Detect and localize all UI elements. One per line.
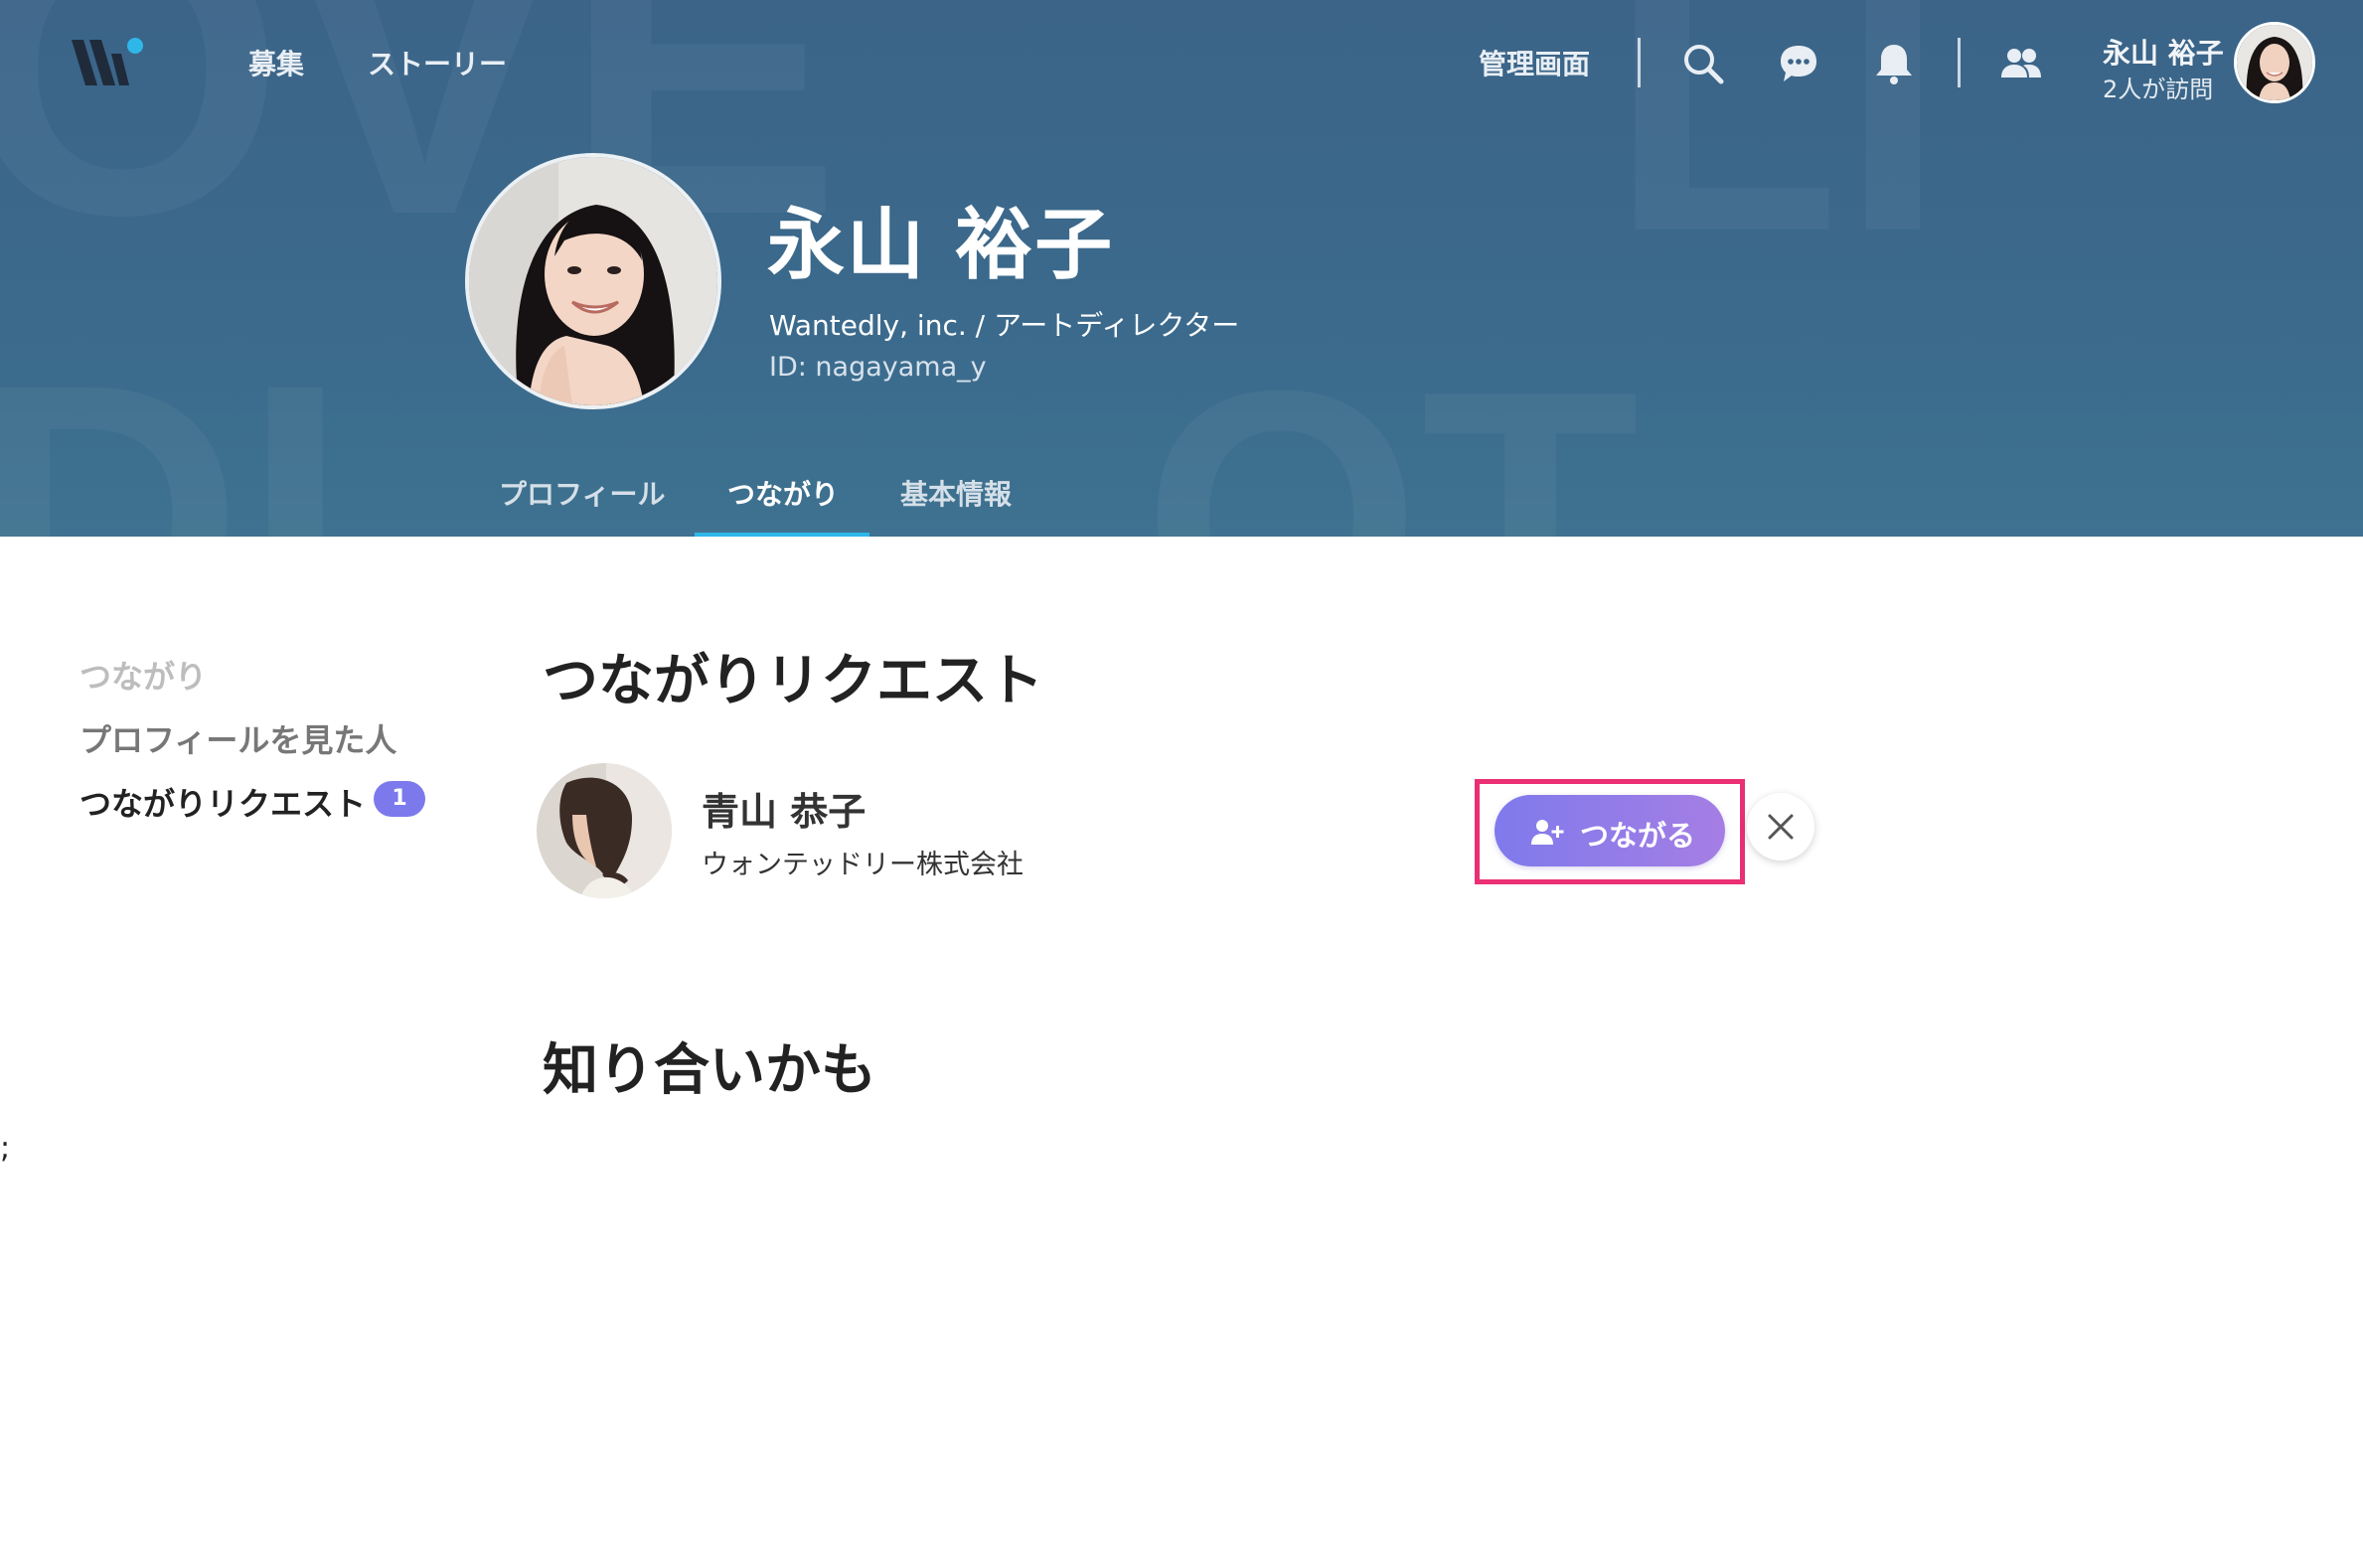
bell-icon[interactable] bbox=[1870, 40, 1918, 87]
sidebar-item-connections[interactable]: つながり bbox=[79, 652, 207, 698]
connect-button[interactable]: つながる bbox=[1495, 795, 1725, 866]
header-divider bbox=[1638, 38, 1641, 87]
close-icon bbox=[1768, 814, 1794, 840]
header-divider bbox=[1958, 38, 1961, 87]
nav-recruit[interactable]: 募集 bbox=[248, 43, 304, 82]
requests-section-title: つながりリクエスト bbox=[543, 649, 1043, 713]
stray-semicolon: ; bbox=[0, 1131, 11, 1166]
request-user-company[interactable]: ウォンテッドリー株式会社 bbox=[702, 843, 1024, 881]
sidebar-item-connection-requests[interactable]: つながりリクエスト bbox=[79, 779, 366, 825]
people-icon[interactable] bbox=[1997, 40, 2045, 87]
current-user-name[interactable]: 永山 裕子 bbox=[2103, 32, 2224, 72]
request-user-name[interactable]: 青山 恭子 bbox=[702, 781, 866, 836]
active-tab-indicator bbox=[695, 533, 869, 537]
profile-photo bbox=[465, 153, 721, 409]
request-user-avatar[interactable] bbox=[537, 763, 672, 898]
tab-connections[interactable]: つながり bbox=[727, 473, 839, 513]
profile-name: 永山 裕子 bbox=[767, 201, 1115, 290]
profile-cover: OVE LI DI OT 募集 ストーリー 管理画面 bbox=[0, 0, 2363, 537]
tab-basic-info[interactable]: 基本情報 bbox=[900, 473, 1012, 513]
current-user-avatar[interactable] bbox=[2234, 22, 2315, 103]
profile-role: Wantedly, inc. / アートディレクター bbox=[769, 309, 1240, 342]
admin-link[interactable]: 管理画面 bbox=[1479, 43, 1590, 82]
profile-id: ID: nagayama_y bbox=[769, 352, 987, 383]
nav-stories[interactable]: ストーリー bbox=[368, 43, 507, 82]
dismiss-request-button[interactable] bbox=[1747, 793, 1814, 861]
wantedly-logo[interactable] bbox=[72, 36, 147, 91]
search-icon[interactable] bbox=[1679, 40, 1727, 87]
suggestions-section-title: 知り合いかも bbox=[543, 1038, 876, 1103]
request-count-badge: 1 bbox=[374, 781, 425, 817]
tab-profile[interactable]: プロフィール bbox=[499, 473, 665, 513]
top-navigation-bar: 募集 ストーリー 管理画面 永山 裕子 2人が訪問 bbox=[0, 0, 2363, 124]
add-user-icon bbox=[1531, 820, 1564, 845]
sidebar-item-profile-viewers[interactable]: プロフィールを見た人 bbox=[79, 715, 396, 761]
visits-count[interactable]: 2人が訪問 bbox=[2103, 70, 2213, 104]
connect-button-label: つながる bbox=[1580, 819, 1696, 853]
chat-icon[interactable] bbox=[1775, 40, 1822, 87]
